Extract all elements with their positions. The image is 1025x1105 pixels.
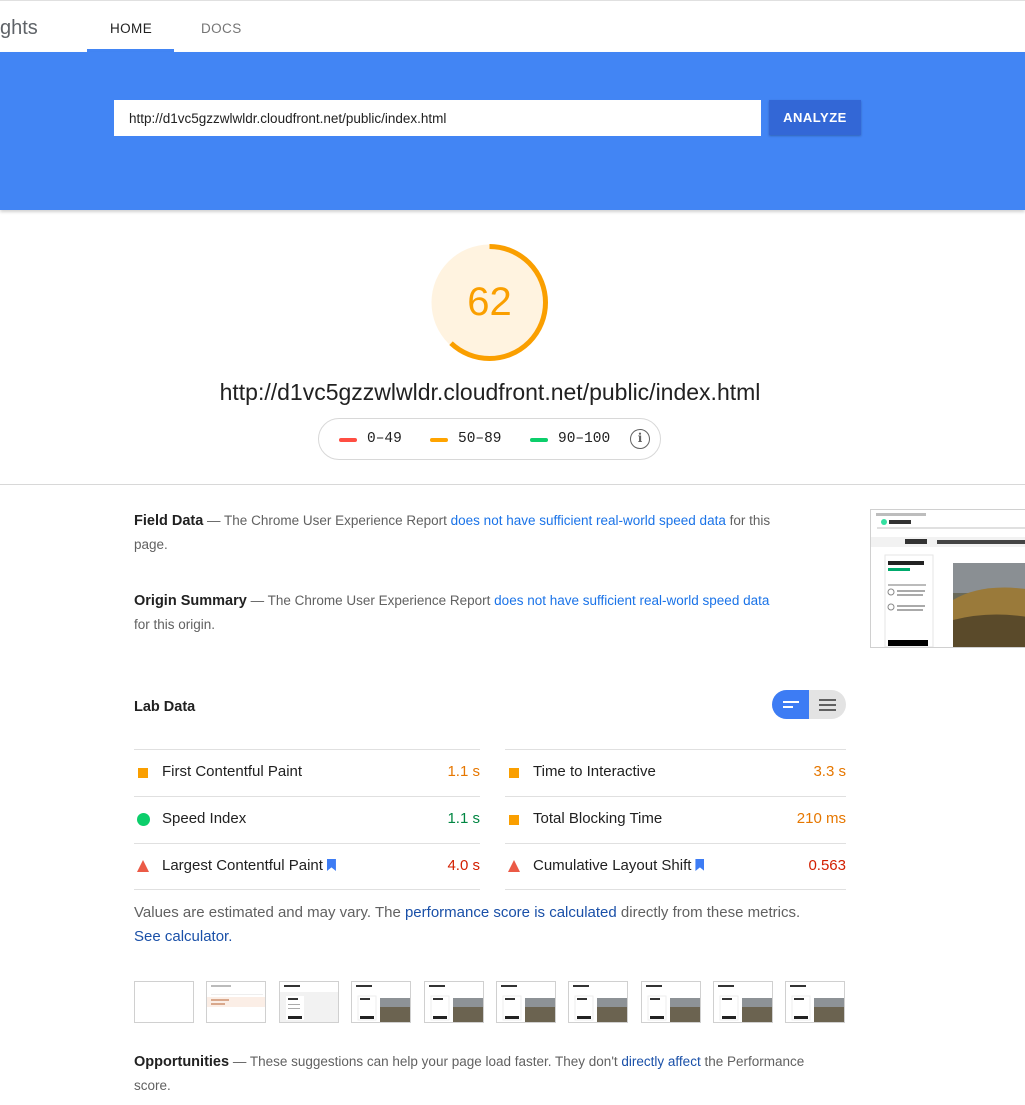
score-legend: 0–49 50–89 90–100 i (318, 418, 661, 460)
metric-value: 4.0 s (447, 857, 480, 874)
expanded-list-icon[interactable] (809, 690, 846, 719)
url-input[interactable] (114, 100, 761, 136)
fail-triangle-icon (508, 860, 520, 872)
see-calculator-link[interactable]: See calculator. (134, 928, 232, 945)
metric-first-contentful-paint: First Contentful Paint 1.1 s (134, 749, 480, 796)
toggle-summary-view[interactable] (772, 690, 809, 719)
metric-label: Total Blocking Time (533, 810, 663, 827)
field-data-section: Field Data — The Chrome User Experience … (134, 509, 794, 557)
estimate-text-mid: directly from these metrics. (616, 904, 801, 921)
metric-value: 3.3 s (813, 763, 846, 780)
lab-data-title: Lab Data (134, 699, 196, 715)
filmstrip-frame (206, 981, 266, 1023)
filmstrip-frame (279, 981, 339, 1023)
bookmark-icon (695, 859, 705, 871)
metric-total-blocking-time: Total Blocking Time 210 ms (505, 796, 846, 843)
metric-value: 1.1 s (447, 810, 480, 827)
metric-label-text: Cumulative Layout Shift (533, 857, 692, 874)
filmstrip-frame (351, 981, 411, 1023)
opportunities-title: Opportunities (134, 1054, 230, 1070)
final-screenshot (870, 509, 1025, 648)
filmstrip-frame (424, 981, 484, 1023)
origin-summary-suffix: for this origin. (134, 617, 216, 632)
metric-label: Largest Contentful Paint (162, 857, 336, 874)
filmstrip-frame (568, 981, 628, 1023)
compact-list-icon (783, 701, 799, 708)
analyze-button[interactable]: ANALYZE (769, 100, 861, 135)
average-square-icon (138, 768, 148, 778)
metric-label-text: Largest Contentful Paint (162, 857, 323, 874)
legend-pass-swatch (530, 438, 548, 442)
url-bar-section: ANALYZE (0, 52, 1025, 210)
origin-summary-section: Origin Summary — The Chrome User Experie… (134, 589, 784, 637)
metric-label: Cumulative Layout Shift (533, 857, 705, 874)
info-icon[interactable]: i (630, 429, 650, 449)
origin-summary-title: Origin Summary (134, 593, 247, 609)
metric-largest-contentful-paint: Largest Contentful Paint 4.0 s (134, 843, 480, 890)
field-data-link[interactable]: does not have sufficient real-world spee… (451, 513, 726, 528)
estimate-text: Values are estimated and may vary. The (134, 904, 405, 921)
average-square-icon (509, 815, 519, 825)
legend-pass-label: 90–100 (558, 431, 611, 447)
directly-affect-link[interactable]: directly affect (621, 1054, 700, 1069)
filmstrip-frame (641, 981, 701, 1023)
metric-value: 0.563 (808, 857, 846, 874)
filmstrip-frame (785, 981, 845, 1023)
score-calculated-link[interactable]: performance score is calculated (405, 904, 617, 921)
metric-label: Speed Index (162, 810, 247, 827)
filmstrip-frame (713, 981, 773, 1023)
opportunities-text: — These suggestions can help your page l… (229, 1054, 622, 1069)
metric-speed-index: Speed Index 1.1 s (134, 796, 480, 843)
filmstrip-frame (134, 981, 194, 1023)
metric-label: Time to Interactive (533, 763, 656, 780)
tab-docs[interactable]: DOCS (201, 21, 242, 36)
legend-fail-swatch (339, 438, 357, 442)
top-bar: ghts HOME DOCS (0, 0, 1025, 52)
performance-score: 62 (467, 280, 512, 324)
metric-cumulative-layout-shift: Cumulative Layout Shift 0.563 (505, 843, 846, 890)
report-url: http://d1vc5gzzwlwldr.cloudfront.net/pub… (219, 379, 761, 405)
legend-fail-label: 0–49 (367, 431, 402, 447)
metric-value: 1.1 s (447, 763, 480, 780)
legend-average-swatch (430, 438, 448, 442)
origin-summary-text: — The Chrome User Experience Report (246, 593, 495, 608)
average-square-icon (509, 768, 519, 778)
metric-value: 210 ms (796, 810, 846, 827)
field-data-title: Field Data (134, 513, 204, 529)
pass-circle-icon (137, 813, 150, 826)
metric-label: First Contentful Paint (162, 763, 303, 780)
section-divider (0, 484, 1025, 485)
opportunities-section: Opportunities — These suggestions can he… (134, 1050, 814, 1098)
bookmark-icon (326, 859, 336, 871)
legend-average-label: 50–89 (458, 431, 502, 447)
metric-view-toggle[interactable] (772, 690, 846, 719)
origin-summary-link[interactable]: does not have sufficient real-world spee… (494, 593, 769, 608)
app-title: ghts (0, 17, 38, 39)
field-data-text: — The Chrome User Experience Report (203, 513, 451, 528)
estimate-note: Values are estimated and may vary. The p… (134, 901, 814, 949)
fail-triangle-icon (137, 860, 149, 872)
filmstrip-frame (496, 981, 556, 1023)
final-screenshot-image (871, 510, 1025, 647)
tab-home[interactable]: HOME (110, 21, 152, 36)
metric-time-to-interactive: Time to Interactive 3.3 s (505, 749, 846, 796)
